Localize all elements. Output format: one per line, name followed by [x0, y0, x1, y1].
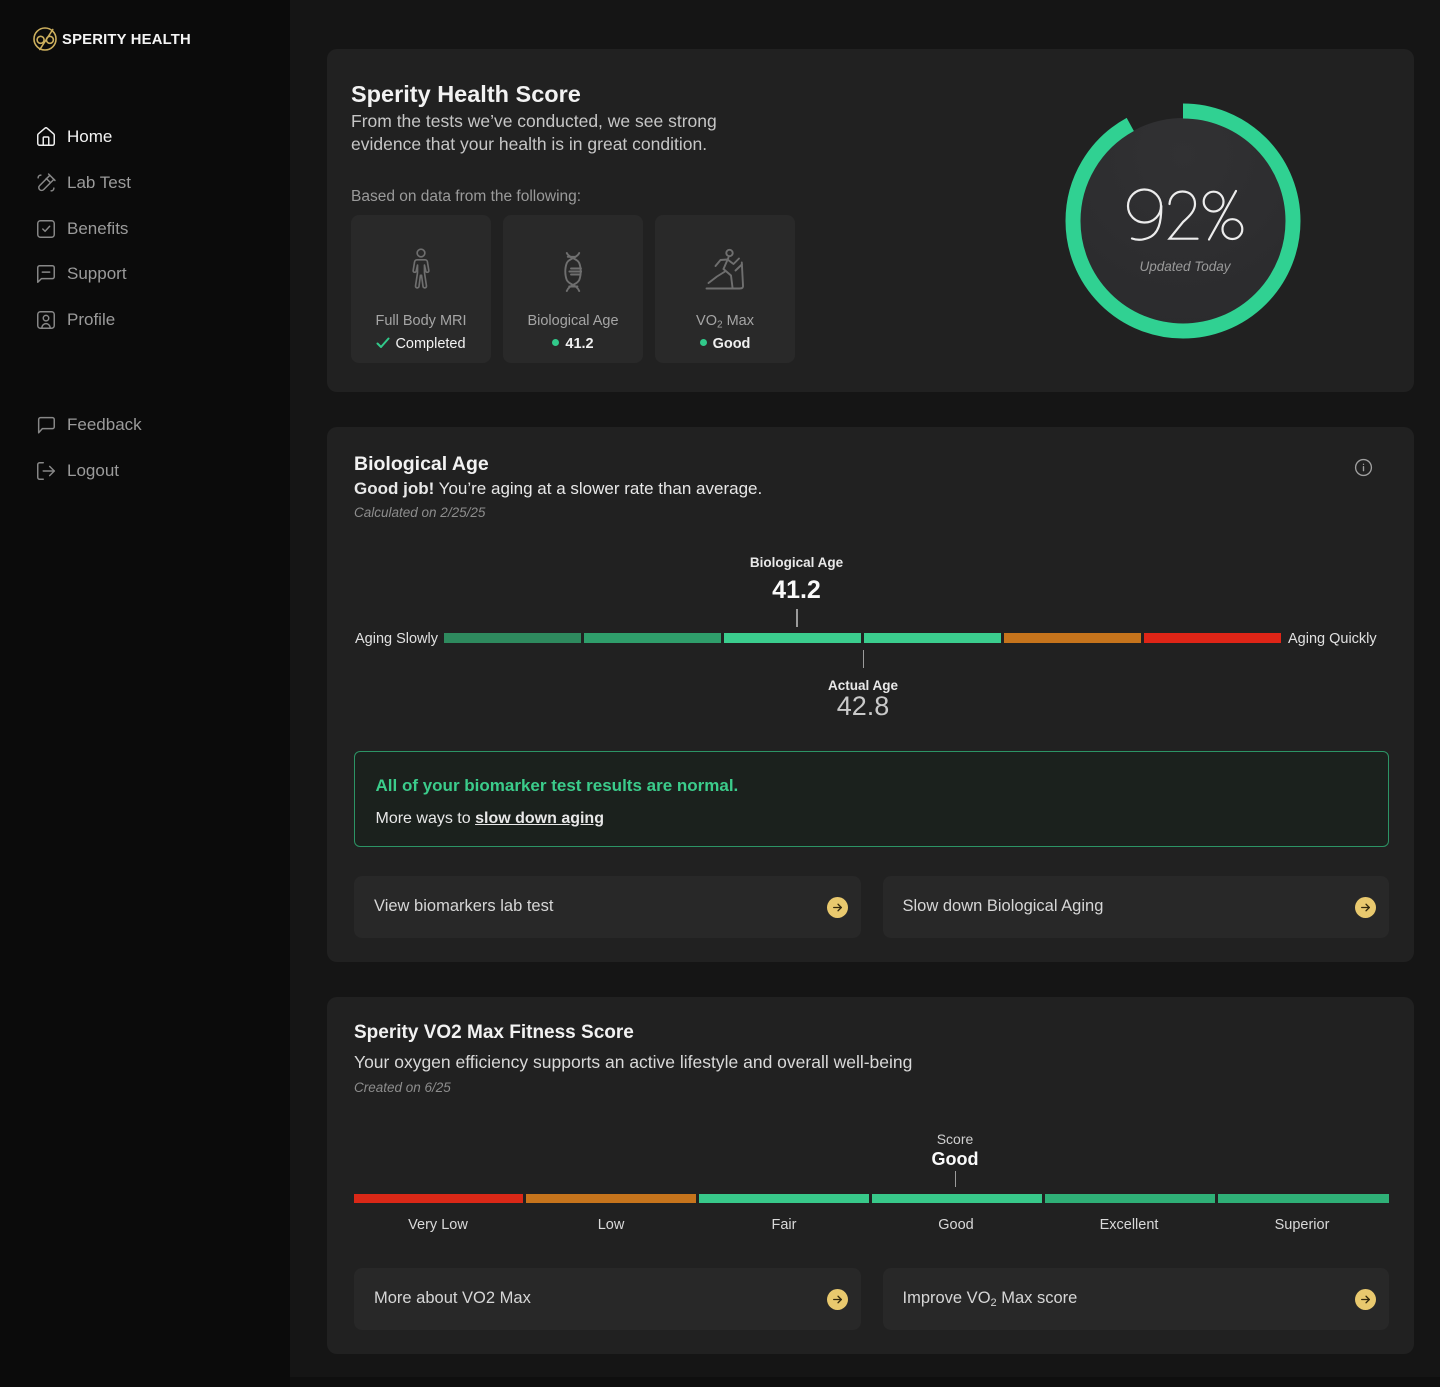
svg-text:Updated Today: Updated Today — [1139, 259, 1231, 274]
